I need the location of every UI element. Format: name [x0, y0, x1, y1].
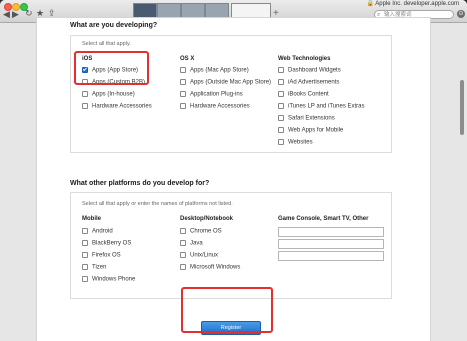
desktop-heading: Desktop/Notebook	[180, 216, 234, 222]
checkbox[interactable]	[82, 102, 88, 109]
checkbox-firefox-os[interactable]: Firefox OS	[82, 251, 121, 259]
checkbox[interactable]	[180, 251, 186, 258]
checkbox[interactable]	[180, 66, 186, 73]
downloads-icon[interactable]: ⊙	[457, 10, 465, 18]
checkbox[interactable]	[278, 114, 284, 121]
mobile-heading: Mobile	[82, 216, 101, 222]
checkbox-ios-hardware[interactable]: Hardware Accessories	[82, 102, 152, 110]
console-heading: Game Console, Smart TV, Other	[278, 216, 369, 222]
checkbox[interactable]	[278, 126, 284, 133]
lock-icon: 🔒	[366, 1, 374, 7]
checkbox[interactable]	[278, 102, 284, 109]
highlight-ios-app-store	[74, 51, 149, 85]
checkbox-android[interactable]: Android	[82, 227, 113, 235]
checkbox[interactable]	[82, 227, 88, 234]
select-all-hint: Select all that apply.	[82, 41, 131, 47]
other-platforms-hint: Select all that apply or enter the names…	[82, 201, 233, 207]
checkbox-tizen[interactable]: Tizen	[82, 263, 106, 271]
checkbox[interactable]	[278, 138, 284, 145]
section-title-other-platforms: What other platforms do you develop for?	[70, 180, 210, 187]
page-scrollbar[interactable]	[460, 80, 464, 135]
osx-heading: OS X	[180, 56, 195, 62]
checkbox[interactable]	[82, 239, 88, 246]
checkbox-web-apps-mobile[interactable]: Web Apps for Mobile	[278, 126, 343, 134]
checkbox[interactable]	[82, 251, 88, 258]
checkbox[interactable]	[278, 90, 284, 97]
address-text: Apple Inc. developer.apple.com	[375, 1, 459, 7]
console-input-1[interactable]	[278, 227, 384, 237]
checkbox[interactable]	[180, 263, 186, 270]
other-platforms-panel: Select all that apply or enter the names…	[70, 192, 392, 299]
checkbox[interactable]	[82, 275, 88, 282]
checkbox[interactable]	[180, 227, 186, 234]
console-input-2[interactable]	[278, 239, 384, 249]
checkbox-web-dashboard[interactable]: Dashboard Widgets	[278, 66, 341, 74]
checkbox[interactable]	[180, 90, 186, 97]
checkbox-windows-phone[interactable]: Windows Phone	[82, 275, 135, 283]
checkbox-chrome-os[interactable]: Chrome OS	[180, 227, 222, 235]
web-heading: Web Technologies	[278, 56, 331, 62]
checkbox[interactable]	[278, 66, 284, 73]
checkbox-osx-hardware[interactable]: Hardware Accessories	[180, 102, 250, 110]
back-icon[interactable]: ◀	[3, 10, 10, 19]
checkbox-blackberry[interactable]: BlackBerry OS	[82, 239, 131, 247]
checkbox-web-ibooks[interactable]: iBooks Content	[278, 90, 329, 98]
checkbox[interactable]	[180, 78, 186, 85]
browser-window: ◀ ▶ ↻ ★ ⇪ + 🔒 Apple Inc. developer.apple…	[0, 0, 467, 341]
console-input-3[interactable]	[278, 251, 384, 261]
checkbox[interactable]	[180, 102, 186, 109]
checkbox[interactable]	[82, 90, 88, 97]
checkbox[interactable]	[180, 239, 186, 246]
address-bar[interactable]: 🔒 Apple Inc. developer.apple.com	[366, 0, 459, 7]
checkbox-microsoft-windows[interactable]: Microsoft Windows	[180, 263, 240, 271]
checkbox-osx-plugins[interactable]: Application Plug-ins	[180, 90, 243, 98]
section-title-developing: What are you developing?	[70, 22, 158, 29]
checkbox-java[interactable]: Java	[180, 239, 203, 247]
checkbox-web-websites[interactable]: Websites	[278, 138, 313, 146]
checkbox-osx-outside-store[interactable]: Apps (Outside Mac App Store)	[180, 78, 271, 86]
checkbox[interactable]	[82, 263, 88, 270]
forward-icon[interactable]: ▶	[12, 10, 19, 19]
checkbox-web-safari-ext[interactable]: Safari Extensions	[278, 114, 335, 122]
checkbox-web-iad[interactable]: iAd Advertisements	[278, 78, 339, 86]
reload-icon[interactable]: ↻	[25, 9, 33, 18]
checkbox-osx-mac-app-store[interactable]: Apps (Mac App Store)	[180, 66, 249, 74]
checkbox-unix-linux[interactable]: Unix/Linux	[180, 251, 218, 259]
checkbox[interactable]	[278, 78, 284, 85]
checkbox-ios-in-house[interactable]: Apps (In-house)	[82, 90, 135, 98]
highlight-register-button	[181, 287, 273, 333]
checkbox-web-itunes-lp[interactable]: iTunes LP and iTunes Extras	[278, 102, 365, 110]
